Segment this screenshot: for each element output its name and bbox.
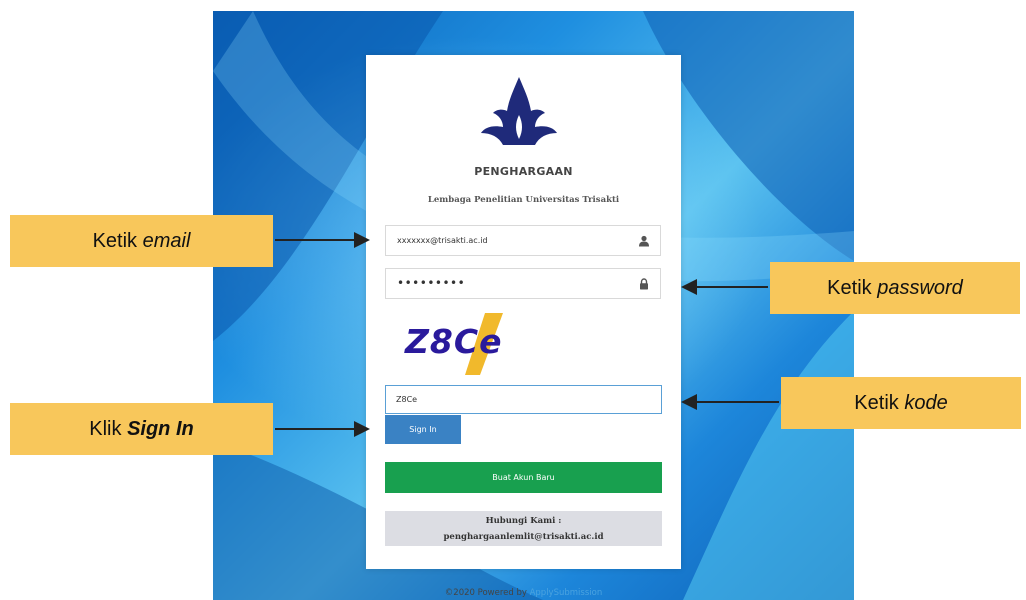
stage: PENGHARGAAN Lembaga Penelitian Universit… [0, 0, 1026, 600]
annotation-arrows [275, 232, 779, 437]
